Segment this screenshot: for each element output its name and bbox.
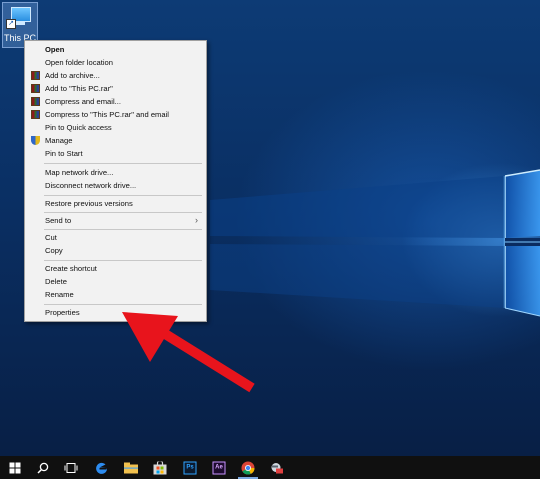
start-button[interactable]	[3, 456, 27, 479]
after-effects-icon: Ae	[212, 461, 226, 474]
chrome-button[interactable]	[236, 456, 260, 479]
app-button[interactable]	[265, 456, 289, 479]
task-view-button[interactable]	[59, 456, 83, 479]
search-icon	[37, 462, 49, 474]
file-explorer-button[interactable]	[119, 456, 143, 479]
store-icon	[153, 461, 167, 474]
after-effects-button[interactable]: Ae	[207, 456, 231, 479]
edge-icon	[96, 462, 107, 474]
photoshop-button[interactable]: Ps	[178, 456, 202, 479]
start-icon	[9, 462, 21, 473]
store-button[interactable]	[148, 456, 172, 479]
app-icon	[271, 462, 283, 473]
file-explorer-icon	[124, 462, 138, 473]
annotation-arrow	[122, 312, 255, 393]
chrome-icon	[241, 461, 255, 475]
task-view-icon	[64, 462, 78, 473]
taskbar: Ps Ae	[0, 456, 540, 479]
search-button[interactable]	[31, 456, 55, 479]
edge-button[interactable]	[90, 456, 114, 479]
photoshop-icon: Ps	[183, 461, 197, 474]
